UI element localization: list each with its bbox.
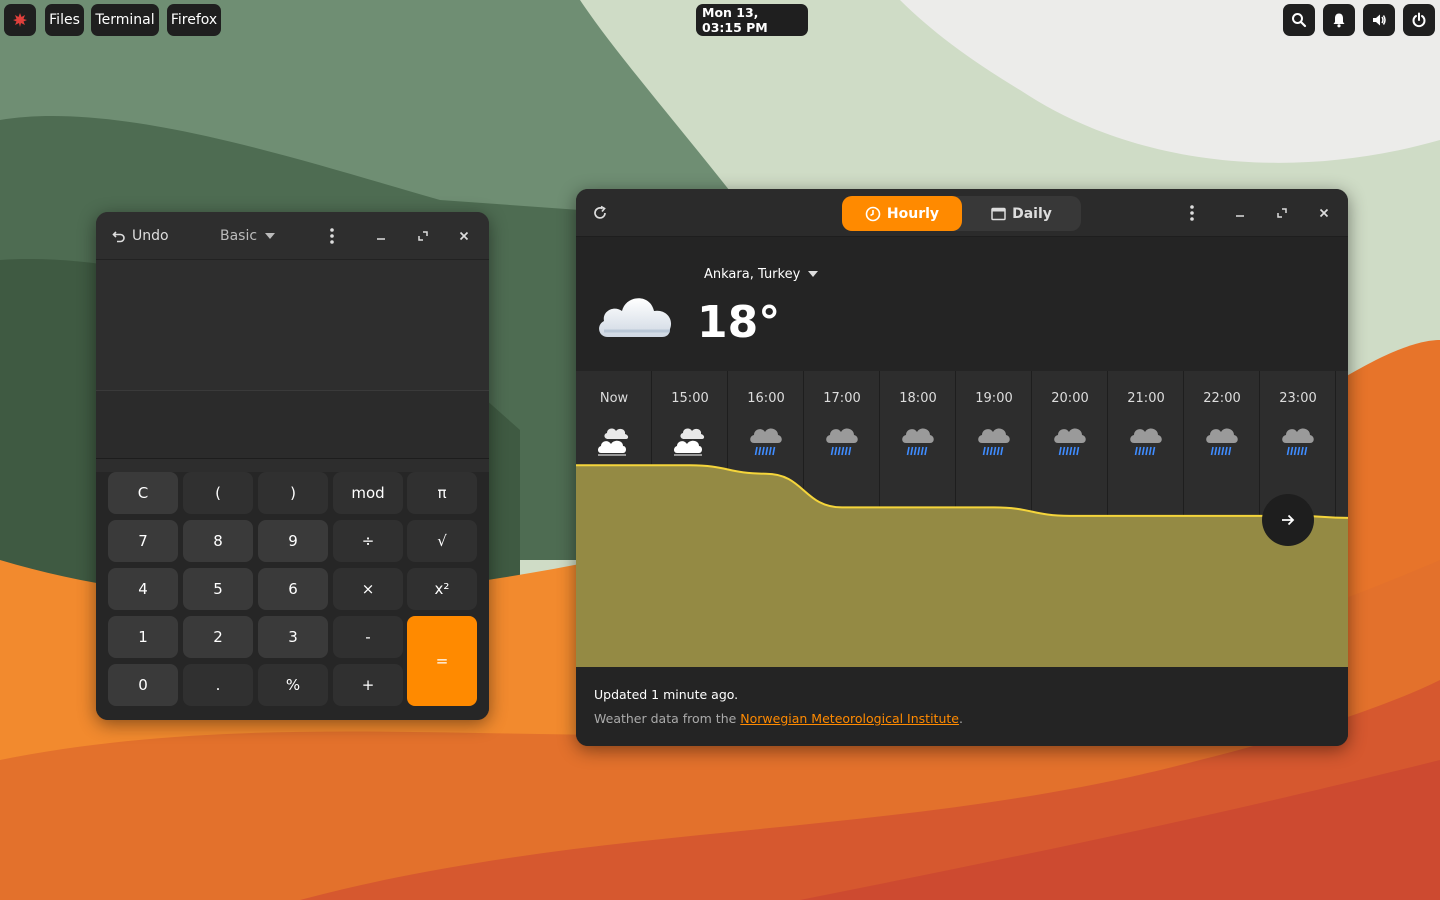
taskbar-files[interactable]: Files: [45, 4, 84, 36]
key-multiply[interactable]: ×: [333, 568, 403, 610]
calc-maximize-button[interactable]: [413, 226, 433, 246]
clock[interactable]: Mon 13, 03:15 PM: [696, 4, 808, 36]
weather-menu-button[interactable]: [1182, 203, 1202, 223]
chevron-down-icon: [265, 233, 276, 239]
tab-hourly-label: Hourly: [886, 205, 940, 222]
bell-icon: [1333, 13, 1345, 28]
search-button[interactable]: [1283, 4, 1315, 36]
cloudy-icon: [599, 298, 672, 337]
key-7[interactable]: 7: [108, 520, 178, 562]
key-1[interactable]: 1: [108, 616, 178, 658]
current-conditions: Ankara, Turkey 18°: [576, 237, 1348, 371]
key-8[interactable]: 8: [183, 520, 253, 562]
key-4[interactable]: 4: [108, 568, 178, 610]
key-minus[interactable]: -: [333, 616, 403, 658]
power-icon: [1412, 12, 1426, 28]
location-label: Ankara, Turkey: [704, 266, 801, 282]
calc-menu-button[interactable]: [322, 226, 342, 246]
refresh-button[interactable]: [590, 203, 610, 223]
calculator-header: Undo Basic: [96, 212, 489, 260]
key-pi[interactable]: π: [407, 472, 477, 514]
taskbar-firefox[interactable]: Firefox: [167, 4, 221, 36]
attribution-prefix: Weather data from the: [594, 711, 741, 726]
weather-maximize-button[interactable]: [1272, 203, 1292, 223]
app-logo-icon: [13, 13, 27, 27]
key-5[interactable]: 5: [183, 568, 253, 610]
kebab-menu-icon: [1190, 205, 1194, 221]
calculator-window: Undo Basic C() mod π 7 8 9 ÷ √ 4 5 6 × x² 1 2 3- = 0.% +: [96, 212, 489, 720]
current-temperature: 18°: [697, 297, 781, 348]
attribution: Weather data from the Norwegian Meteorol…: [594, 711, 1330, 726]
weather-minimize-button[interactable]: [1230, 203, 1250, 223]
volume-icon: [1373, 14, 1386, 26]
calendar-icon: [991, 207, 1006, 220]
location-dropdown[interactable]: Ankara, Turkey: [704, 264, 819, 284]
key-0[interactable]: 0: [108, 664, 178, 706]
key-decimal[interactable]: .: [183, 664, 253, 706]
power-button[interactable]: [1403, 4, 1435, 36]
calculator-keypad: C() mod π 7 8 9 ÷ √ 4 5 6 × x² 1 2 3- = 0.% +: [96, 472, 489, 720]
key-3[interactable]: 3: [258, 616, 328, 658]
maximize-icon: [418, 231, 428, 241]
temperature-area: [576, 465, 1348, 667]
key-sqrt[interactable]: √: [407, 520, 477, 562]
notifications-button[interactable]: [1323, 4, 1355, 36]
scroll-next-button[interactable]: [1262, 494, 1314, 546]
key-open-paren[interactable]: (: [183, 472, 253, 514]
kebab-menu-icon: [330, 228, 334, 244]
arrow-right-icon: [1282, 514, 1295, 526]
key-percent[interactable]: %: [258, 664, 328, 706]
updated-text: Updated 1 minute ago.: [594, 687, 739, 702]
maximize-icon: [1277, 208, 1287, 218]
search-icon: [1292, 13, 1307, 28]
key-9[interactable]: 9: [258, 520, 328, 562]
met-institute-link[interactable]: Norwegian Meteorological Institute: [740, 711, 959, 726]
minimize-icon: [1236, 215, 1244, 217]
chevron-down-icon: [808, 271, 819, 277]
weather-window: Hourly Daily Ankara, Turkey 18° 23:00 22…: [576, 189, 1348, 746]
weather-footer: Updated 1 minute ago. Weather data from …: [576, 667, 1348, 746]
tab-daily[interactable]: Daily: [962, 196, 1081, 231]
minimize-icon: [377, 238, 385, 240]
weather-close-button[interactable]: [1314, 203, 1334, 223]
taskbar-terminal[interactable]: Terminal: [91, 4, 159, 36]
calculator-history: [96, 391, 489, 459]
volume-button[interactable]: [1363, 4, 1395, 36]
tab-daily-label: Daily: [1012, 205, 1052, 222]
calculator-display[interactable]: [96, 260, 489, 391]
activities-button[interactable]: [4, 4, 36, 36]
mode-label: Basic: [220, 228, 258, 244]
attribution-suffix: .: [958, 711, 963, 726]
weather-header: Hourly Daily: [576, 189, 1348, 237]
close-icon: [1319, 208, 1329, 218]
key-equals[interactable]: =: [407, 616, 477, 706]
temperature-chart: [576, 464, 1348, 667]
key-plus[interactable]: +: [333, 664, 403, 706]
undo-icon: [112, 231, 125, 243]
hourly-forecast[interactable]: 23:0012°22:0012°21:0012°20:0012°19:0013°…: [576, 371, 1348, 667]
view-toggle: Hourly Daily: [842, 196, 1081, 231]
calc-minimize-button[interactable]: [371, 226, 391, 246]
tab-hourly[interactable]: Hourly: [842, 196, 962, 231]
key-6[interactable]: 6: [258, 568, 328, 610]
mode-dropdown[interactable]: Basic: [220, 212, 276, 260]
key-square[interactable]: x²: [407, 568, 477, 610]
refresh-icon: [594, 205, 606, 219]
key-clear[interactable]: C: [108, 472, 178, 514]
undo-button[interactable]: Undo: [112, 212, 169, 260]
close-icon: [459, 231, 469, 241]
key-mod[interactable]: mod: [333, 472, 403, 514]
key-2[interactable]: 2: [183, 616, 253, 658]
key-divide[interactable]: ÷: [333, 520, 403, 562]
clock-icon: [865, 206, 881, 221]
calc-close-button[interactable]: [454, 226, 474, 246]
undo-label: Undo: [132, 228, 169, 244]
key-close-paren[interactable]: ): [258, 472, 328, 514]
